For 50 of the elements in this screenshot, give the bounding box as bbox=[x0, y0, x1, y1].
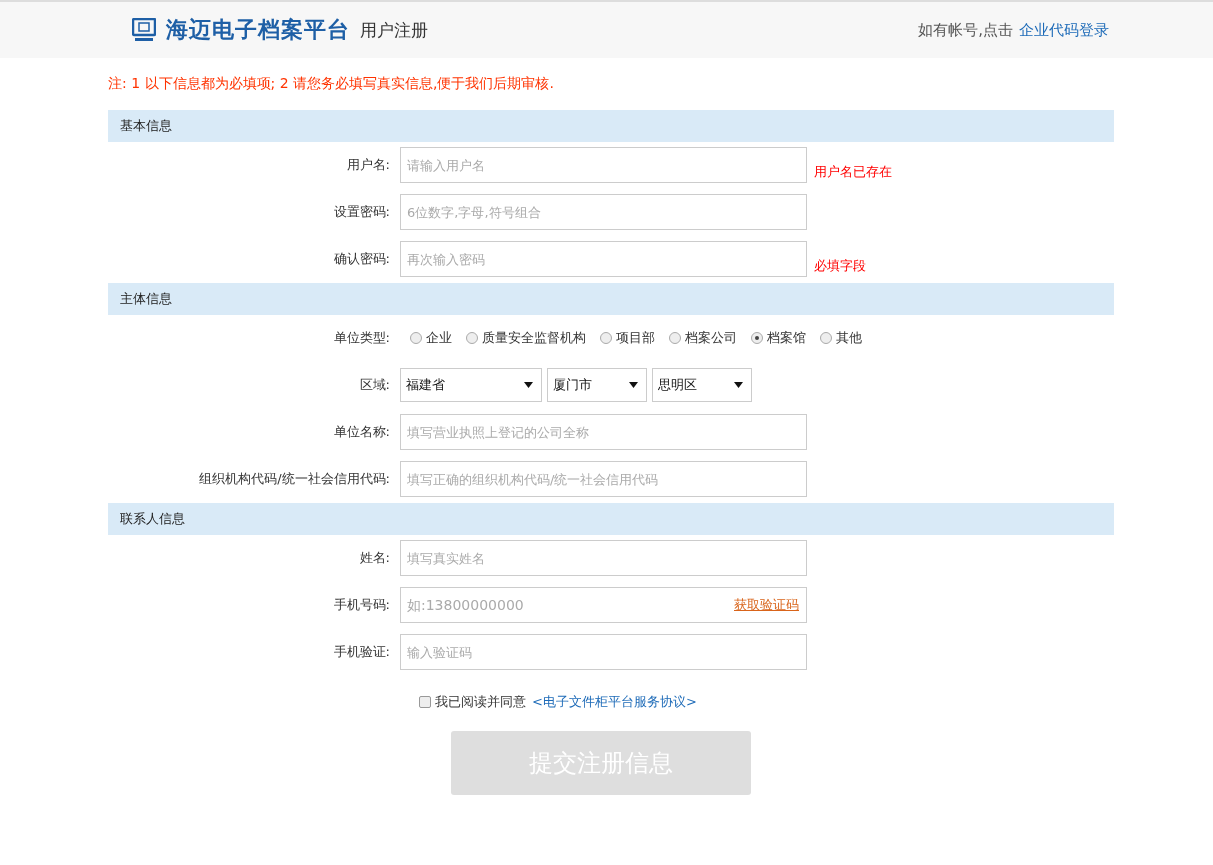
radio-button[interactable] bbox=[669, 332, 681, 344]
login-prompt: 如有帐号,点击 bbox=[918, 20, 1013, 40]
section-header: 基本信息 bbox=[108, 110, 1114, 142]
phone-input-field[interactable]: 如:13800000000 获取验证码 bbox=[400, 587, 807, 623]
dropdown[interactable]: 思明区 bbox=[652, 368, 752, 402]
dropdown[interactable]: 厦门市 bbox=[547, 368, 647, 402]
monitor-icon bbox=[132, 18, 156, 42]
section-header: 主体信息 bbox=[108, 283, 1114, 315]
field-label: 确认密码: bbox=[332, 250, 391, 268]
error-message: 用户名已存在 bbox=[814, 163, 892, 181]
notice-text: 注: 1 以下信息都为必填项; 2 请您务必填写真实信息,便于我们后期审核. bbox=[108, 74, 555, 93]
radio-label: 质量安全监督机构 bbox=[482, 329, 586, 347]
field-label: 单位名称: bbox=[332, 423, 391, 441]
dropdown[interactable]: 福建省 bbox=[400, 368, 542, 402]
radio-button[interactable] bbox=[410, 332, 422, 344]
field-label: 单位类型: bbox=[332, 329, 391, 347]
radio-label: 项目部 bbox=[616, 329, 655, 347]
input-field[interactable]: 填写真实姓名 bbox=[400, 540, 807, 576]
caret-icon bbox=[629, 382, 638, 388]
radio-label: 企业 bbox=[426, 329, 452, 347]
radio-button[interactable] bbox=[820, 332, 832, 344]
agreement-text: 我已阅读并同意 bbox=[435, 693, 526, 711]
radio-button[interactable] bbox=[600, 332, 612, 344]
radio-label: 档案馆 bbox=[767, 329, 806, 347]
input-field[interactable]: 6位数字,字母,符号组合 bbox=[400, 194, 807, 230]
field-label: 用户名: bbox=[345, 156, 391, 174]
field-label: 手机验证: bbox=[332, 643, 391, 661]
get-code-link[interactable]: 获取验证码 bbox=[734, 596, 799, 614]
field-label: 区域: bbox=[358, 376, 391, 394]
radio-button[interactable] bbox=[466, 332, 478, 344]
agreement-link[interactable]: <电子文件柜平台服务协议> bbox=[532, 693, 697, 711]
field-label: 手机号码: bbox=[332, 596, 391, 614]
field-label: 组织机构代码/统一社会信用代码: bbox=[198, 470, 391, 488]
caret-icon bbox=[734, 382, 743, 388]
field-label: 姓名: bbox=[358, 549, 391, 567]
field-label: 设置密码: bbox=[332, 203, 391, 221]
input-field[interactable]: 请输入用户名 bbox=[400, 147, 807, 183]
checkbox[interactable] bbox=[419, 696, 431, 708]
input-field[interactable]: 再次输入密码 bbox=[400, 241, 807, 277]
input-field[interactable]: 输入验证码 bbox=[400, 634, 807, 670]
radio-button[interactable] bbox=[751, 332, 763, 344]
error-message: 必填字段 bbox=[814, 257, 866, 275]
caret-icon bbox=[524, 382, 533, 388]
section-header: 联系人信息 bbox=[108, 503, 1114, 535]
page-title: 用户注册 bbox=[360, 18, 428, 42]
radio-label: 档案公司 bbox=[685, 329, 737, 347]
login-link[interactable]: 企业代码登录 bbox=[1019, 20, 1109, 40]
radio-label: 其他 bbox=[836, 329, 862, 347]
input-field[interactable]: 填写营业执照上登记的公司全称 bbox=[400, 414, 807, 450]
logo-text: 海迈电子档案平台 bbox=[166, 16, 350, 44]
